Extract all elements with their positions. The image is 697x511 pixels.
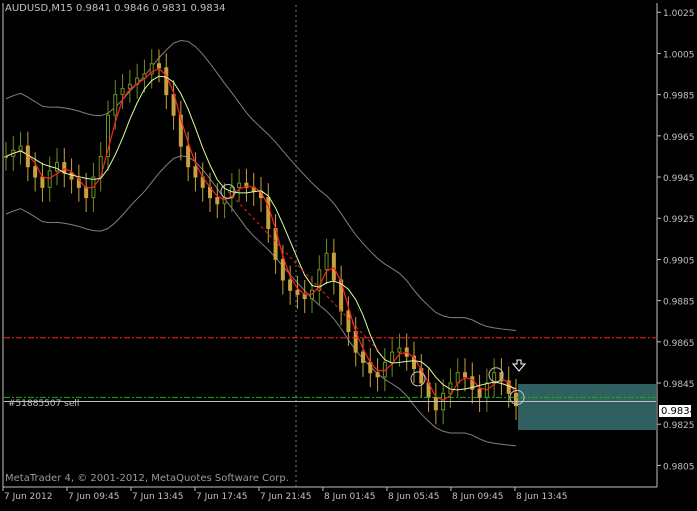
price-tick-label: 0.9925 — [663, 215, 695, 225]
candle-body — [266, 197, 271, 230]
price-tick-label: 0.9885 — [663, 298, 695, 308]
candle-body — [375, 372, 380, 378]
candle-body — [18, 145, 23, 151]
candle-body — [69, 172, 74, 180]
candle-body — [215, 197, 220, 205]
candle-body — [157, 63, 161, 69]
candle-body — [186, 145, 191, 168]
candle-body — [193, 166, 198, 178]
time-tick-label: 7 Jun 2012 — [4, 492, 52, 502]
price-tick-label: 0.9905 — [663, 256, 695, 266]
candle-body — [84, 186, 89, 199]
time-tick-label: 8 Jun 01:45 — [324, 492, 375, 502]
candle-body — [324, 252, 329, 271]
candle-body — [302, 293, 307, 300]
time-tick-label: 7 Jun 09:45 — [68, 492, 119, 502]
time-tick-label: 8 Jun 13:45 — [516, 492, 567, 502]
price-tick-label: 0.9945 — [663, 174, 695, 184]
candle-body — [237, 182, 242, 188]
candle-body — [40, 176, 45, 188]
candle-body — [433, 396, 438, 411]
candle-body — [47, 170, 52, 188]
candle-body — [361, 351, 365, 363]
price-tick-label: 0.9805 — [663, 462, 695, 472]
current-price-value: 0.9834 — [661, 406, 696, 417]
candle-body — [280, 258, 285, 281]
candle-body — [463, 372, 467, 378]
price-tick-label: 0.9865 — [663, 339, 695, 349]
time-tick-label: 7 Jun 21:45 — [260, 492, 311, 502]
candle-body — [346, 310, 351, 333]
candle-body — [288, 279, 293, 291]
price-tick-label: 0.9825 — [663, 421, 695, 431]
candle-body — [331, 252, 336, 281]
candle-body — [455, 372, 460, 384]
candle-body — [33, 166, 38, 178]
candle-body — [164, 67, 169, 96]
price-tick-label: 1.0025 — [663, 9, 695, 19]
price-chart[interactable]: 1.0025 1.0005 0.9985 0.9965 0.9945 0.9925 0.99… — [0, 0, 697, 507]
time-tick-label: 7 Jun 13:45 — [132, 492, 183, 502]
candle-body — [62, 162, 67, 174]
candle-body — [113, 94, 118, 116]
price-tick-label: 0.9845 — [663, 380, 695, 390]
price-tick-label: 0.9985 — [663, 92, 695, 102]
time-tick-label: 7 Jun 17:45 — [196, 492, 247, 502]
candle-body — [120, 87, 125, 96]
price-tick-label: 1.0005 — [663, 50, 695, 60]
ohlc-values: 0.9841 0.9846 0.9831 0.9834 — [75, 3, 226, 14]
symbol-timeframe: AUDUSD,M15 — [5, 3, 73, 14]
order-label[interactable]: #51885507 sell — [8, 399, 79, 409]
chart-background — [0, 0, 697, 507]
time-tick-label: 8 Jun 05:45 — [388, 492, 439, 502]
time-tick-label: 8 Jun 09:45 — [452, 492, 503, 502]
candle-body — [477, 388, 482, 398]
target-zone — [518, 384, 656, 430]
chart-header: AUDUSD,M15 0.9841 0.9846 0.9831 0.9834 — [5, 3, 225, 14]
chart-canvas[interactable]: 1.0025 1.0005 0.9985 0.9965 0.9945 0.9925 0.99… — [0, 0, 697, 507]
candle-body — [390, 351, 395, 363]
price-tick-label: 0.9965 — [663, 133, 695, 143]
candle-body — [397, 347, 402, 353]
copyright-text: MetaTrader 4, © 2001-2012, MetaQuotes So… — [5, 473, 289, 484]
candle-body — [295, 289, 300, 295]
